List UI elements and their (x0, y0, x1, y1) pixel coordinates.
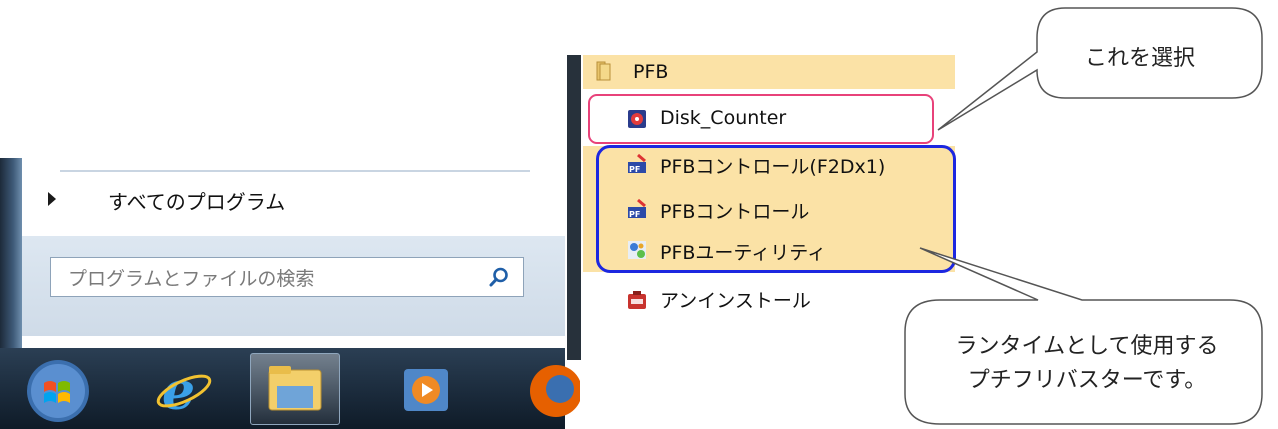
callout-runtime-text: ランタイムとして使用する プチフリバスターです。 (912, 330, 1262, 398)
callout-select-text: これを選択 (1084, 46, 1195, 71)
callout-runtime-line2: プチフリバスターです。 (967, 368, 1207, 393)
callout-runtime-line1: ランタイムとして使用する (955, 334, 1219, 359)
